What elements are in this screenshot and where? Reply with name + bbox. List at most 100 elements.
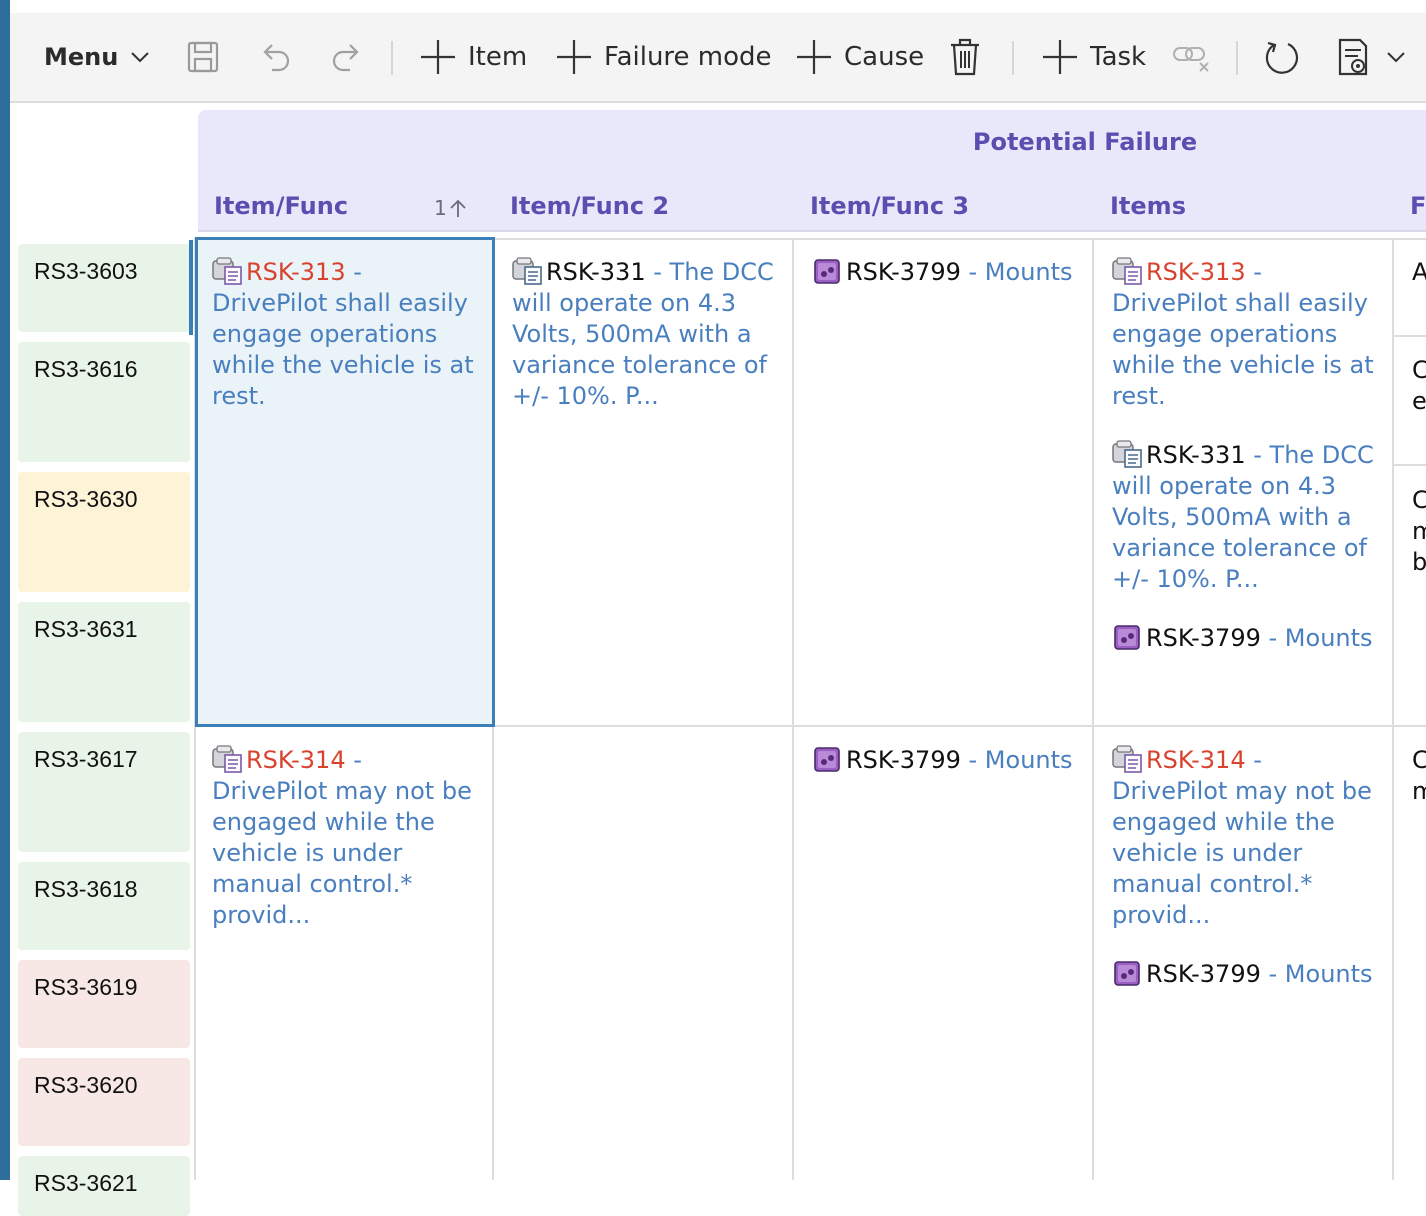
risk-id-link[interactable]: RSK-314: [1146, 746, 1246, 774]
linked-item[interactable]: RSK-331 - The DCC will operate on 4.3 Vo…: [1112, 440, 1382, 595]
row-id-cell[interactable]: RS3-3618: [18, 862, 190, 950]
cell-item-func[interactable]: RSK-314 - DrivePilot may not be engaged …: [212, 745, 482, 931]
row-id-cell[interactable]: RS3-3616: [18, 342, 190, 462]
clipped-cell-text: e: [1412, 387, 1426, 415]
separator: -: [960, 258, 985, 286]
plus-icon: [557, 40, 591, 74]
risk-id-link[interactable]: RSK-331: [1146, 441, 1246, 469]
separator: -: [1260, 960, 1285, 988]
separator: -: [345, 258, 362, 286]
risk-id-link[interactable]: RSK-313: [1146, 258, 1246, 286]
item-description[interactable]: DrivePilot may not be engaged while the …: [1112, 777, 1372, 929]
clipped-cell-text: C: [1412, 356, 1426, 384]
save-icon: [187, 41, 219, 73]
linked-item[interactable]: RSK-331 - The DCC will operate on 4.3 Vo…: [512, 257, 782, 412]
linked-item[interactable]: RSK-313 - DrivePilot shall easily engage…: [1112, 257, 1382, 412]
row-id-cell[interactable]: RS3-3631: [18, 602, 190, 722]
sort-order-number: 1: [434, 196, 447, 220]
cell-items[interactable]: RSK-314 - DrivePilot may not be engaged …: [1112, 745, 1382, 990]
linked-item[interactable]: RSK-3799 - Mounts: [812, 745, 1082, 776]
redo-icon: [332, 44, 359, 72]
grid-line: [1092, 238, 1094, 1180]
clipped-cell-text: C: [1412, 746, 1426, 774]
grid-line: [1392, 238, 1394, 1180]
requirement-icon: [1112, 257, 1142, 285]
risk-id-link[interactable]: RSK-3799: [846, 746, 961, 774]
risk-id-link[interactable]: RSK-313: [246, 258, 346, 286]
item-description[interactable]: DrivePilot may not be engaged while the …: [212, 777, 472, 929]
column-header-item-func-3[interactable]: Item/Func 3: [810, 192, 969, 220]
cell-item-func-3[interactable]: RSK-3799 - Mounts: [812, 257, 1082, 288]
component-icon: [1114, 625, 1140, 650]
group-header-potential-failure: Potential Failure: [972, 128, 1198, 156]
add-item-button[interactable]: Item: [418, 13, 527, 101]
clipped-cell-text: A: [1412, 258, 1426, 286]
separator: -: [345, 746, 362, 774]
component-icon: [814, 747, 840, 772]
add-task-button[interactable]: Task: [1040, 13, 1146, 101]
clipped-cell-text: C: [1412, 486, 1426, 514]
cell-item-func[interactable]: RSK-313 - DrivePilot shall easily engage…: [212, 257, 482, 412]
redo-button[interactable]: [330, 13, 364, 101]
linked-item[interactable]: RSK-3799 - Mounts: [1112, 623, 1382, 654]
undo-icon: [263, 44, 290, 72]
add-cause-label: Cause: [844, 42, 925, 72]
linked-item[interactable]: RSK-3799 - Mounts: [812, 257, 1082, 288]
arrow-up-icon: [450, 199, 466, 217]
item-description[interactable]: Mounts: [985, 746, 1073, 774]
item-description[interactable]: DrivePilot shall easily engage operation…: [212, 289, 474, 410]
cell-item-func-3[interactable]: RSK-3799 - Mounts: [812, 745, 1082, 776]
cell-items[interactable]: RSK-313 - DrivePilot shall easily engage…: [1112, 257, 1382, 654]
item-description[interactable]: Mounts: [1285, 624, 1373, 652]
sort-indicator[interactable]: 1: [434, 196, 467, 220]
add-cause-button[interactable]: Cause: [794, 13, 924, 101]
row-id-cell[interactable]: RS3-3621: [18, 1156, 190, 1216]
item-description[interactable]: Mounts: [1285, 960, 1373, 988]
menu-button[interactable]: Menu: [44, 13, 152, 101]
refresh-icon: [1265, 41, 1298, 74]
linked-item[interactable]: RSK-314 - DrivePilot may not be engaged …: [1112, 745, 1382, 931]
save-button[interactable]: [186, 13, 220, 101]
risk-id-link[interactable]: RSK-3799: [1146, 624, 1261, 652]
cell-item-func-2[interactable]: RSK-331 - The DCC will operate on 4.3 Vo…: [512, 257, 782, 412]
column-header-fa[interactable]: Fa: [1410, 192, 1426, 220]
row-id-cell[interactable]: RS3-3619: [18, 960, 190, 1048]
row-id-cell[interactable]: RS3-3630: [18, 472, 190, 592]
column-header-item-func[interactable]: Item/Func: [214, 192, 348, 220]
refresh-button[interactable]: [1262, 13, 1302, 101]
unlink-icon: [1173, 47, 1209, 72]
add-failure-mode-label: Failure mode: [604, 42, 772, 72]
plus-icon: [421, 40, 455, 74]
toolbar-divider: [1012, 41, 1014, 75]
risk-id-link[interactable]: RSK-3799: [1146, 960, 1261, 988]
risk-id-link[interactable]: RSK-314: [246, 746, 346, 774]
chevron-down-icon: [131, 52, 150, 63]
column-header-item-func-2[interactable]: Item/Func 2: [510, 192, 669, 220]
linked-item[interactable]: RSK-314 - DrivePilot may not be engaged …: [212, 745, 482, 931]
cell-item-func-2-empty[interactable]: [512, 745, 782, 1145]
risk-id-link[interactable]: RSK-331: [546, 258, 646, 286]
undo-button[interactable]: [258, 13, 292, 101]
view-options-button[interactable]: [1334, 13, 1408, 101]
add-item-label: Item: [468, 42, 528, 72]
toolbar: Menu Item Failure mode Cause Task: [10, 13, 1426, 103]
column-header-items[interactable]: Items: [1110, 192, 1186, 220]
delete-button[interactable]: [948, 13, 982, 101]
row-id-cell[interactable]: RS3-3620: [18, 1058, 190, 1146]
component-icon: [1114, 961, 1140, 986]
linked-item[interactable]: RSK-313 - DrivePilot shall easily engage…: [212, 257, 482, 412]
linked-item[interactable]: RSK-3799 - Mounts: [1112, 959, 1382, 990]
row-id-cell[interactable]: RS3-3603: [18, 244, 190, 332]
separator: -: [645, 258, 670, 286]
item-description[interactable]: Mounts: [985, 258, 1073, 286]
item-description[interactable]: DrivePilot shall easily engage operation…: [1112, 289, 1374, 410]
separator: -: [1260, 624, 1285, 652]
requirement-icon: [1112, 440, 1142, 468]
unlink-button[interactable]: [1172, 13, 1212, 101]
document-settings-icon: [1338, 38, 1368, 76]
risk-id-link[interactable]: RSK-3799: [846, 258, 961, 286]
row-id-cell[interactable]: RS3-3617: [18, 732, 190, 852]
clipped-cell-text: b: [1412, 548, 1426, 576]
separator: -: [1245, 258, 1262, 286]
add-failure-mode-button[interactable]: Failure mode: [554, 13, 772, 101]
